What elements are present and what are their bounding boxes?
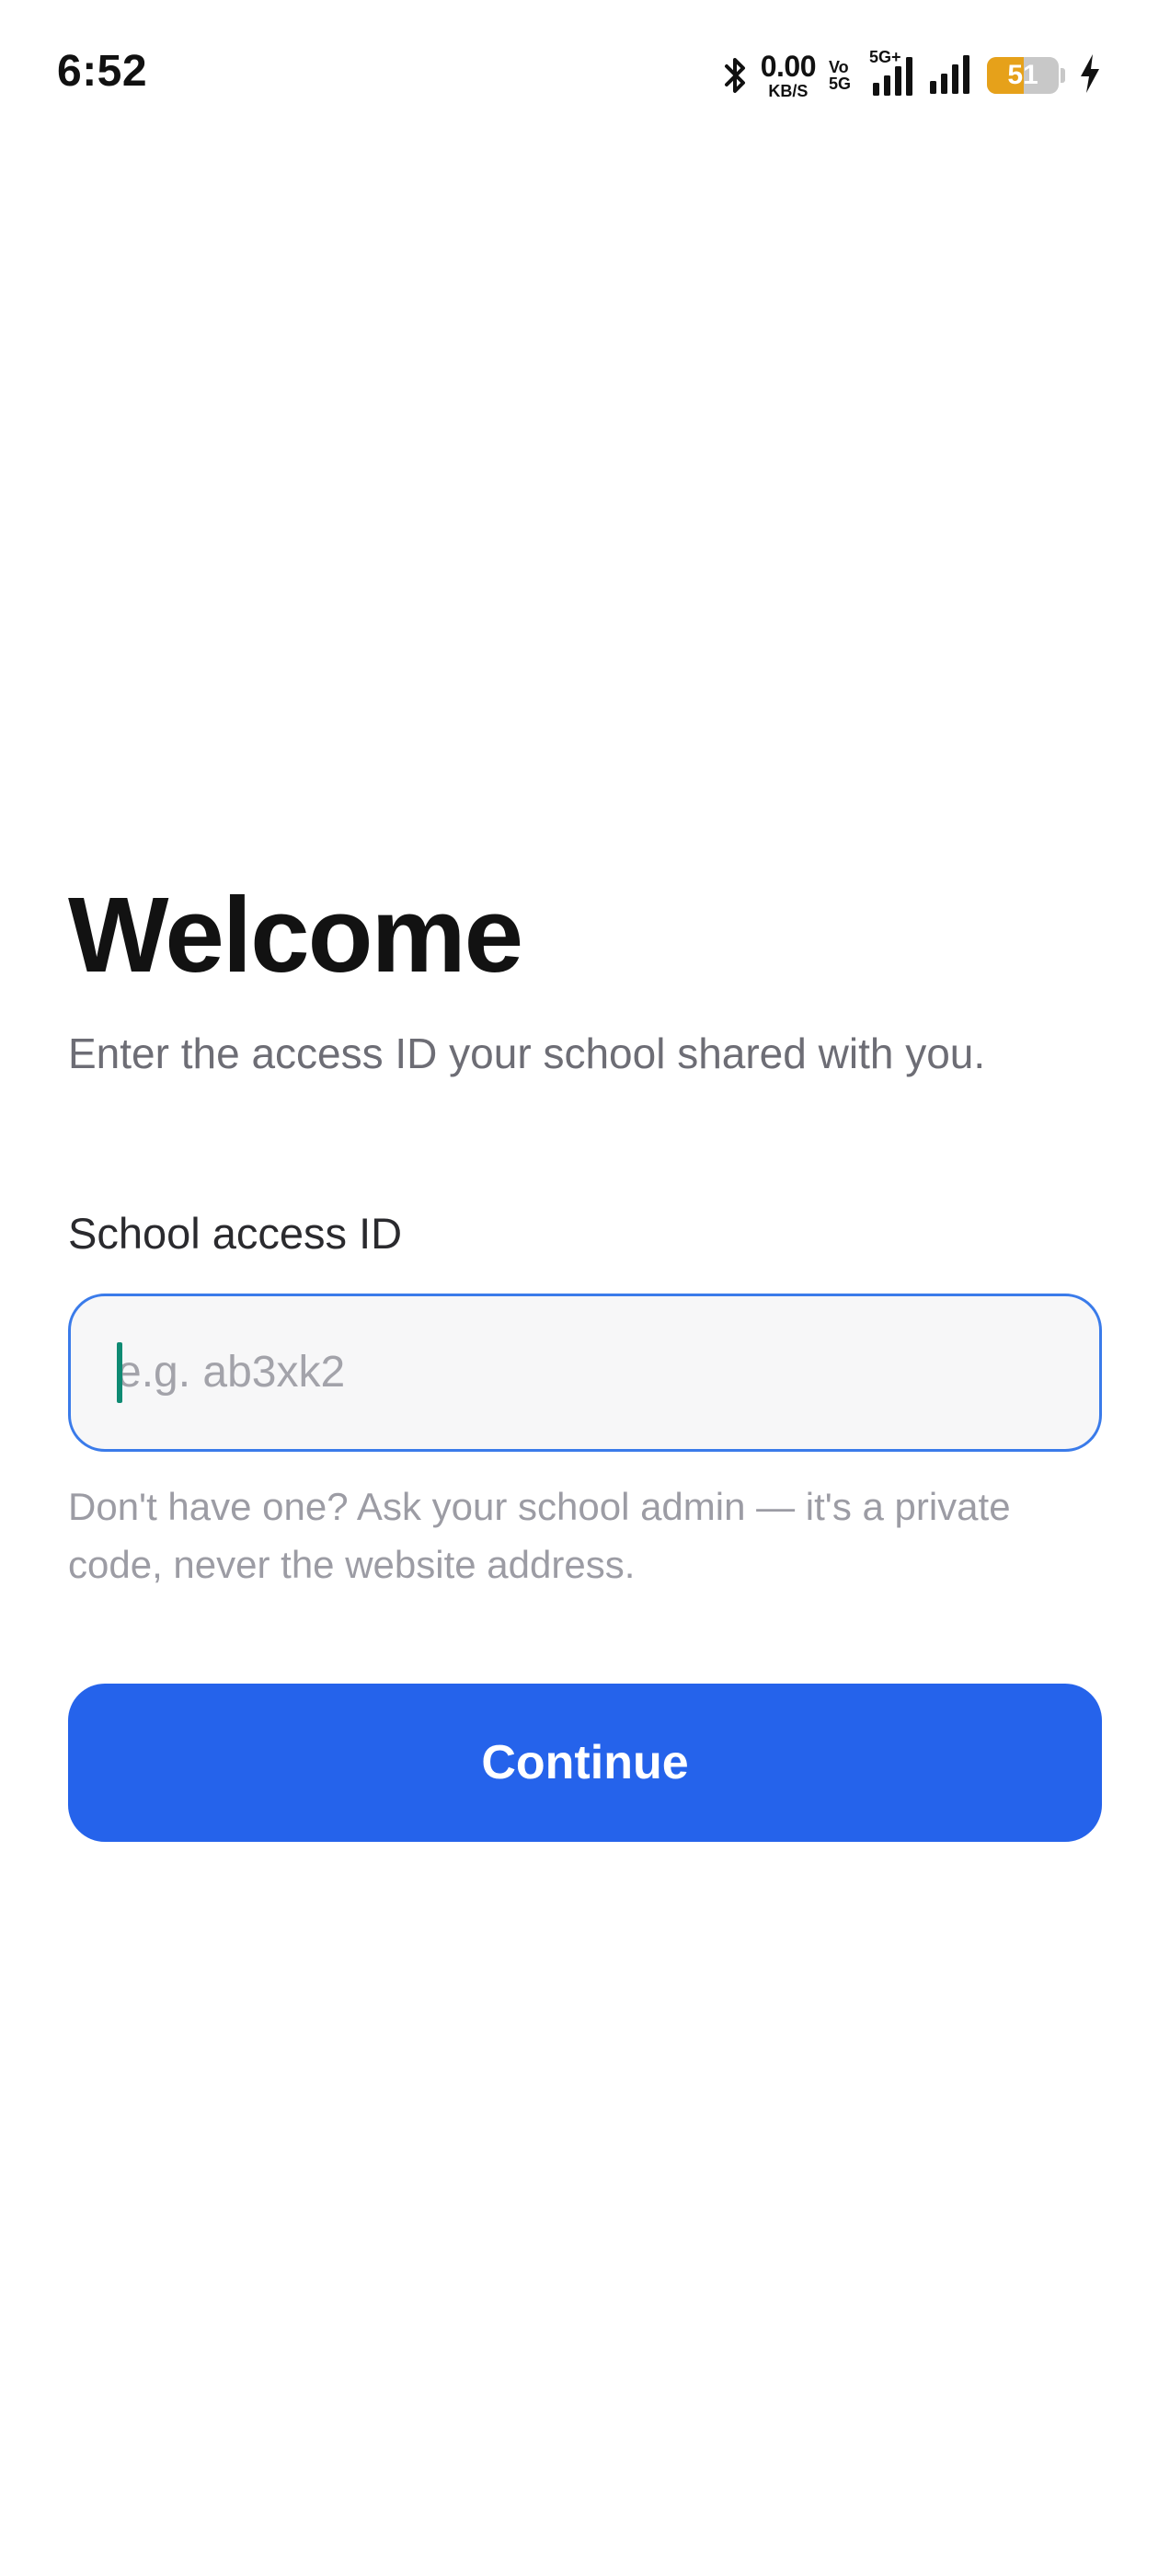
help-text: Don't have one? Ask your school admin — … bbox=[68, 1484, 1011, 1586]
battery-level: 51 bbox=[1007, 60, 1038, 90]
volte-bottom: 5G bbox=[828, 75, 851, 93]
school-access-id-label: School access ID bbox=[68, 1208, 403, 1258]
page-subtitle: Enter the access ID your school shared w… bbox=[68, 1029, 986, 1078]
network-speed: 0.00 KB/S bbox=[760, 50, 817, 100]
school-access-id-input[interactable] bbox=[71, 1295, 1099, 1449]
welcome-screen: Welcome Enter the access ID your school … bbox=[68, 874, 1102, 1842]
status-bar: 6:52 0.00 KB/S Vo 5G 5G+ 51 bbox=[0, 0, 1170, 147]
network-speed-unit: KB/S bbox=[768, 82, 809, 100]
volte-indicator: Vo 5G bbox=[829, 59, 851, 92]
school-access-id-field[interactable] bbox=[68, 1293, 1102, 1452]
status-time: 6:52 bbox=[57, 47, 148, 96]
charging-icon bbox=[1078, 52, 1102, 99]
battery-icon: 51 bbox=[987, 57, 1059, 94]
text-caret bbox=[117, 1341, 122, 1403]
status-icons: 0.00 KB/S Vo 5G 5G+ 51 bbox=[724, 48, 1102, 101]
page-title: Welcome bbox=[68, 875, 523, 995]
signal-5g-label: 5G+ bbox=[869, 48, 901, 66]
battery-tip bbox=[1061, 68, 1065, 83]
signal-5g-icon: 5G+ bbox=[864, 48, 915, 98]
bluetooth-icon bbox=[724, 55, 748, 96]
volte-top: Vo bbox=[828, 58, 849, 76]
continue-button[interactable]: Continue bbox=[68, 1683, 1102, 1842]
signal-icon bbox=[928, 52, 974, 100]
network-speed-value: 0.00 bbox=[760, 50, 817, 83]
